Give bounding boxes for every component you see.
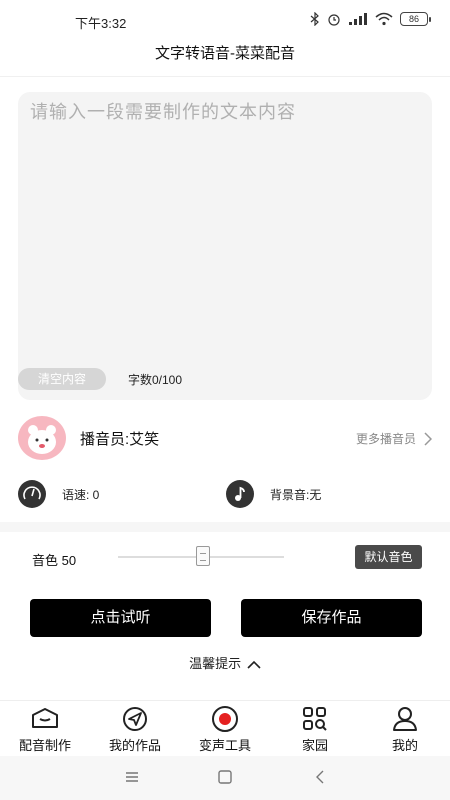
tab-label: 我的 bbox=[391, 738, 418, 753]
tab-label: 家园 bbox=[301, 738, 328, 753]
status-bar: 下午3:32 86 bbox=[0, 0, 450, 40]
bluetooth-icon bbox=[310, 12, 319, 26]
tab-voice-changer[interactable]: 变声工具 bbox=[180, 705, 270, 757]
speed-label[interactable]: 语速: 0 bbox=[62, 486, 99, 503]
chevron-up-icon bbox=[247, 660, 261, 669]
status-time: 下午3:32 bbox=[75, 16, 127, 31]
user-icon bbox=[393, 707, 417, 731]
speed-bgm-row: 语速: 0 背景音:无 bbox=[0, 480, 450, 508]
timbre-slider-thumb[interactable] bbox=[196, 546, 210, 566]
save-work-button[interactable]: 保存作品 bbox=[241, 599, 422, 637]
signal-hd-icon bbox=[349, 13, 367, 25]
wifi-icon bbox=[375, 12, 393, 26]
menu-icon[interactable] bbox=[120, 766, 144, 788]
tips-toggle[interactable]: 温馨提示 bbox=[0, 653, 450, 672]
compass-arrow-icon bbox=[123, 707, 147, 731]
word-count: 字数0/100 bbox=[128, 373, 183, 387]
tab-home-garden[interactable]: 家园 bbox=[270, 705, 360, 757]
narrator-row[interactable]: 播音员:艾笑 更多播音员 bbox=[0, 416, 450, 460]
tips-label: 温馨提示 bbox=[189, 656, 242, 671]
bottom-tab-bar: 配音制作 我的作品 变声工具 家园 我的 bbox=[0, 700, 450, 756]
home-square-icon[interactable] bbox=[213, 766, 237, 788]
timbre-label: 音色 50 bbox=[32, 553, 77, 568]
default-timbre-button[interactable]: 默认音色 bbox=[355, 545, 422, 569]
narrator-avatar bbox=[18, 416, 66, 460]
timbre-row: 音色 50 默认音色 bbox=[0, 544, 450, 572]
divider bbox=[0, 76, 450, 77]
battery-indicator: 86 bbox=[400, 12, 431, 26]
preview-listen-button[interactable]: 点击试听 bbox=[30, 599, 211, 637]
system-nav-bar bbox=[0, 756, 450, 800]
tab-profile[interactable]: 我的 bbox=[360, 705, 450, 757]
graduation-cap-icon bbox=[32, 708, 58, 728]
page-title: 文字转语音-菜菜配音 bbox=[155, 45, 295, 62]
alarm-icon bbox=[328, 14, 340, 26]
grid-search-icon bbox=[303, 707, 327, 731]
tab-label: 配音制作 bbox=[18, 738, 71, 753]
text-input[interactable] bbox=[30, 98, 420, 348]
tab-my-works[interactable]: 我的作品 bbox=[90, 705, 180, 757]
text-editor-panel: 清空内容 字数0/100 bbox=[18, 92, 432, 400]
clear-content-button[interactable]: 清空内容 bbox=[18, 368, 106, 390]
section-divider bbox=[0, 522, 450, 532]
music-note-icon[interactable] bbox=[226, 480, 254, 508]
tab-dubbing[interactable]: 配音制作 bbox=[0, 705, 90, 757]
background-music-label[interactable]: 背景音:无 bbox=[270, 486, 321, 503]
back-icon[interactable] bbox=[308, 766, 332, 788]
more-narrators-link[interactable]: 更多播音员 bbox=[356, 430, 432, 447]
status-icons: 86 bbox=[310, 12, 431, 26]
chevron-right-icon bbox=[424, 431, 432, 446]
speedometer-icon[interactable] bbox=[18, 480, 46, 508]
more-narrators-label: 更多播音员 bbox=[355, 432, 416, 446]
tab-label: 我的作品 bbox=[108, 738, 161, 753]
narrator-name: 播音员:艾笑 bbox=[80, 431, 160, 448]
record-icon bbox=[212, 706, 238, 732]
tab-label: 变声工具 bbox=[198, 738, 251, 753]
